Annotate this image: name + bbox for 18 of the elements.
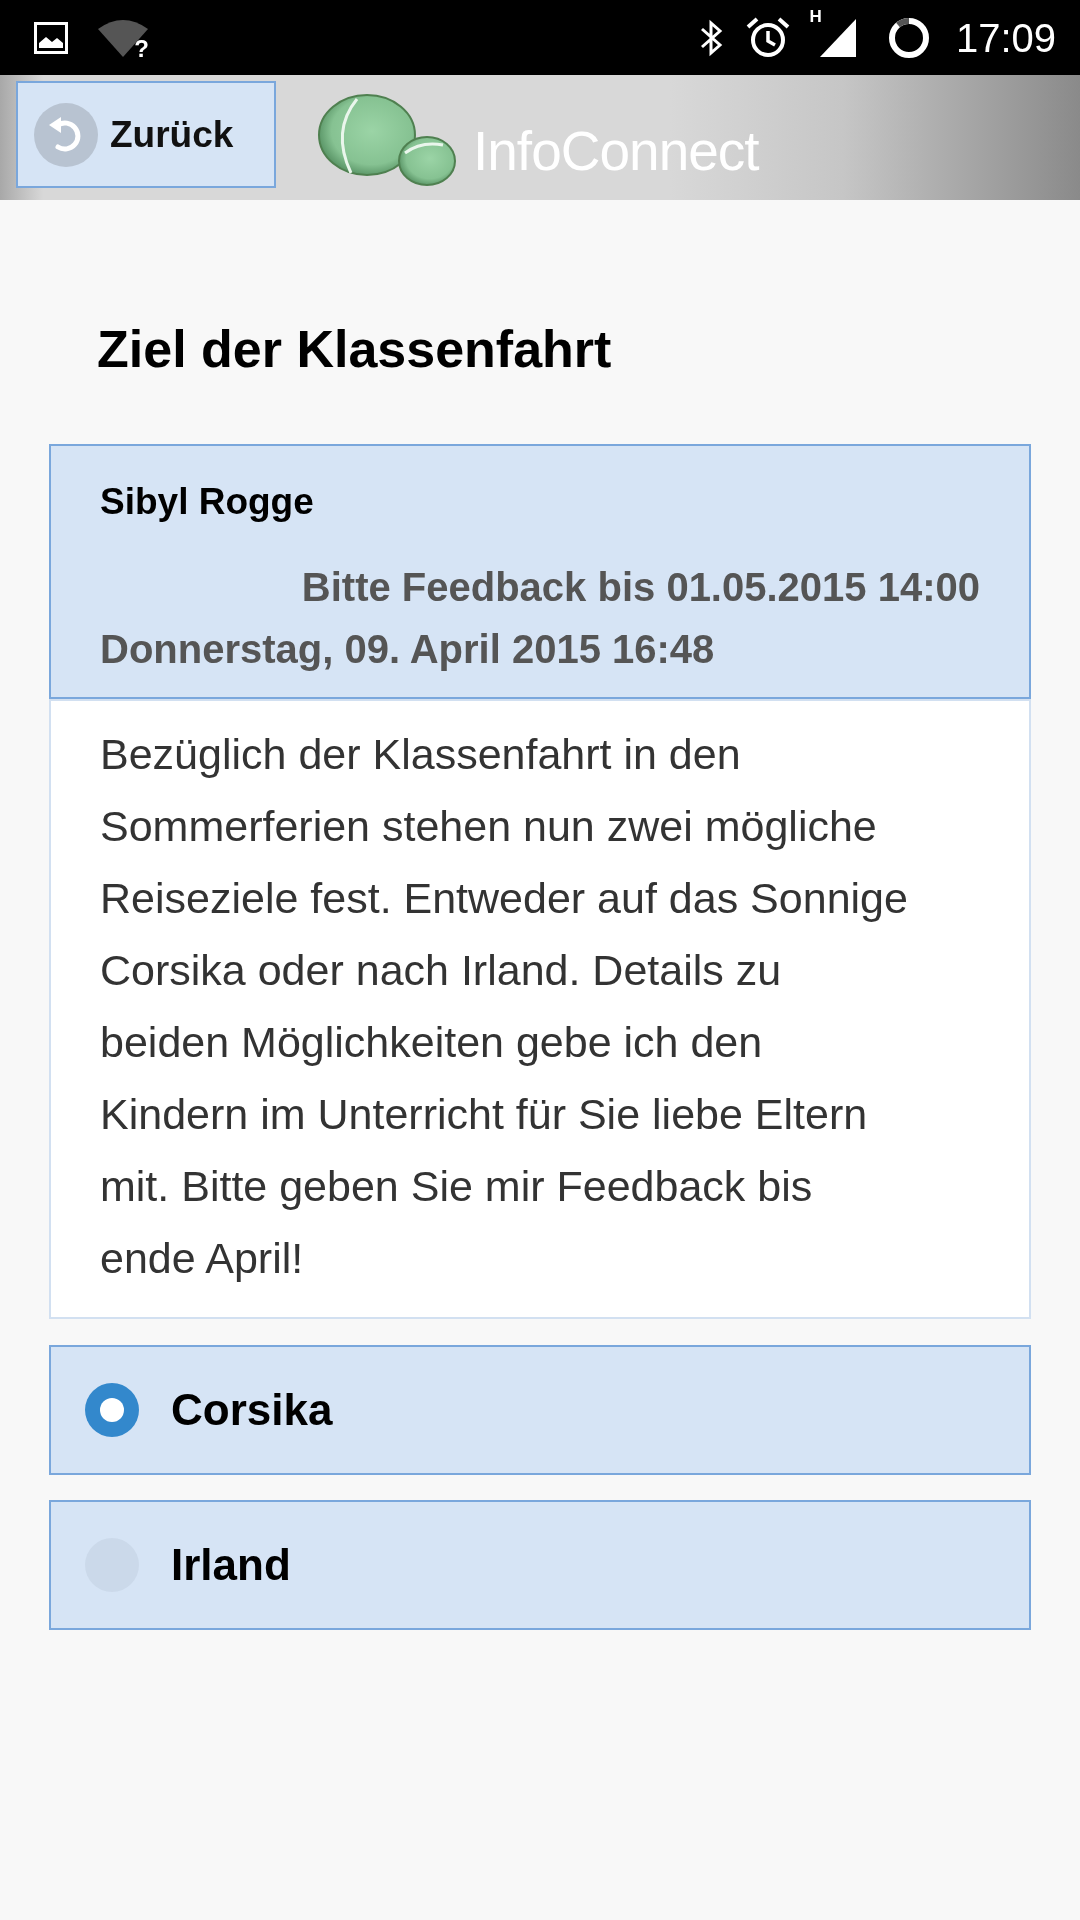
bluetooth-icon xyxy=(699,18,724,57)
answer-option[interactable]: Corsika xyxy=(49,1345,1031,1475)
wifi-icon xyxy=(98,18,148,57)
message-author: Sibyl Rogge xyxy=(100,480,314,524)
answer-option[interactable]: Irland xyxy=(49,1500,1031,1630)
logo-icon xyxy=(317,91,457,187)
status-time: 17:09 xyxy=(955,14,1056,62)
alarm-clock-icon xyxy=(745,16,790,59)
feedback-deadline: Bitte Feedback bis 01.05.2015 14:00 xyxy=(301,564,980,611)
message-date: Donnerstag, 09. April 2015 16:48 xyxy=(100,626,715,673)
message-text: Bezüglich der Klassenfahrt in den Sommerferien stehen nun zwei mögliche Reiseziele fest. Entweder auf das Sonnige Corsika oder nach Irland. Details zu beiden Möglichkeiten gebe ich den Kindern im Unterricht für Sie liebe Eltern mit. Bitte geben Sie mir Feedback bis ende April! xyxy=(100,729,909,1284)
ring-icon xyxy=(887,16,930,59)
image-icon xyxy=(34,21,68,54)
signal-icon xyxy=(819,18,856,57)
wifi-status-label: ? xyxy=(134,36,149,61)
back-button[interactable]: Zurück xyxy=(16,81,276,188)
network-type: H xyxy=(809,7,822,26)
page-title: Ziel der Klassenfahrt xyxy=(97,319,613,380)
